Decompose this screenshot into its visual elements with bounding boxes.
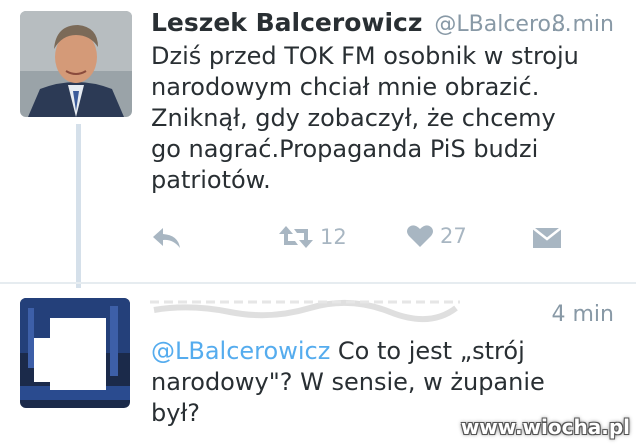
mention-link[interactable]: @LBalcerowicz	[151, 337, 330, 365]
reply-button[interactable]	[151, 224, 183, 252]
dm-icon	[532, 227, 562, 248]
retweet-icon	[279, 226, 313, 248]
tweet-2-time[interactable]: 4 min	[552, 302, 614, 327]
heart-icon	[407, 225, 433, 247]
retweet-button[interactable]: 12	[278, 223, 347, 251]
dm-button[interactable]	[532, 224, 562, 250]
tweet-1-text: Dziś przed TOK FM osobnik w stroju narod…	[151, 42, 579, 194]
avatar-photo	[20, 11, 132, 117]
display-name[interactable]: Leszek Balcerowicz	[151, 8, 422, 37]
tweet-1-time[interactable]: 8 min	[552, 12, 614, 37]
retweet-count: 12	[320, 225, 347, 249]
reply-icon	[153, 228, 180, 248]
tweet-divider	[0, 282, 636, 284]
redacted-name	[150, 296, 460, 324]
tweet-1-actions: 12 27	[151, 222, 611, 254]
like-count: 27	[440, 224, 467, 248]
avatar[interactable]	[20, 298, 130, 408]
tweet-1-header: Leszek Balcerowicz @LBalcero...	[151, 8, 572, 37]
avatar[interactable]	[20, 11, 132, 117]
thread-line	[76, 124, 81, 288]
like-button[interactable]: 27	[406, 223, 467, 249]
watermark: www.wiocha.pl	[460, 415, 630, 439]
avatar-photo	[20, 298, 130, 408]
